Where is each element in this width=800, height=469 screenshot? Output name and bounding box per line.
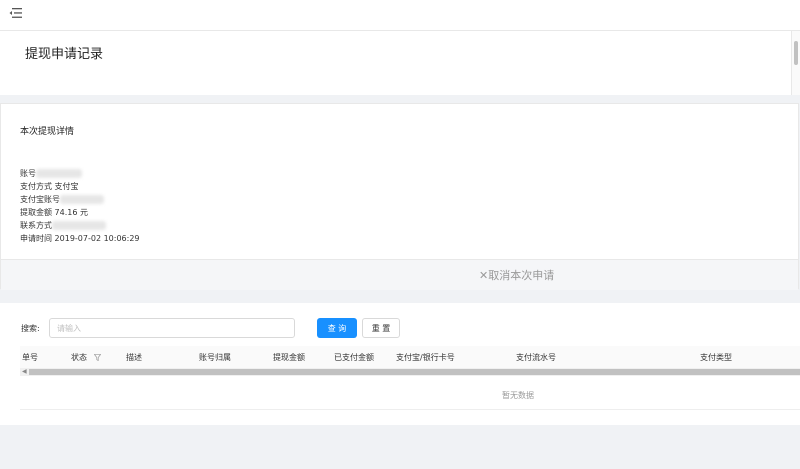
amount-value: 74.16 元 (54, 208, 88, 217)
apply-time-label: 申请时间 (20, 234, 52, 243)
contact-label: 联系方式 (20, 221, 52, 230)
top-bar (0, 0, 800, 31)
column-header-card-number: 支付宝/银行卡号 (396, 353, 455, 362)
detail-contact: 联系方式 (20, 219, 140, 232)
alipay-account-value-redacted (60, 195, 104, 204)
account-value-redacted (36, 169, 82, 178)
pay-method-label: 支付方式 (20, 182, 52, 191)
column-header-pay-type: 支付类型 (700, 353, 732, 362)
table-header: 单号 状态 描述 账号归属 提现金额 已支付金额 支付宝/银行卡号 支付流水号 … (20, 346, 800, 369)
detail-list: 账号 支付方式 支付宝 支付宝账号 提取金额 74.16 元 联系方式 申请时间… (20, 167, 140, 245)
vertical-scrollbar-thumb[interactable] (794, 41, 798, 65)
detail-pay-method: 支付方式 支付宝 (20, 180, 140, 193)
alipay-account-label: 支付宝账号 (20, 195, 60, 204)
column-header-transaction-no: 支付流水号 (516, 353, 556, 362)
column-header-description: 描述 (126, 353, 142, 362)
horizontal-scrollbar-thumb[interactable] (29, 369, 800, 375)
search-label: 搜索: (21, 324, 40, 333)
table-bottom-border (20, 409, 800, 410)
table-empty-text: 暂无数据 (502, 391, 534, 400)
column-header-paid-amount: 已支付金额 (334, 353, 374, 362)
filter-icon[interactable] (94, 354, 101, 361)
detail-alipay-account: 支付宝账号 (20, 193, 140, 206)
column-header-withdraw-amount: 提现金额 (273, 353, 305, 362)
column-header-account-owner: 账号归属 (199, 353, 231, 362)
column-header-order-no: 单号 (22, 353, 38, 362)
detail-account: 账号 (20, 167, 140, 180)
scroll-left-icon[interactable]: ◀ (22, 369, 27, 375)
withdraw-detail-card: 本次提现详情 账号 支付方式 支付宝 支付宝账号 提取金额 74.16 元 联系… (0, 103, 799, 290)
horizontal-scrollbar[interactable]: ◀ (20, 368, 800, 376)
page-title: 提现申请记录 (25, 47, 104, 62)
menu-fold-icon[interactable] (9, 6, 23, 20)
search-input[interactable] (49, 318, 295, 338)
records-list-card: 搜索: 查 询 重 置 单号 状态 描述 账号归属 提现金额 已支付金额 支付宝… (0, 303, 800, 425)
contact-value-redacted (52, 221, 106, 230)
pay-method-value: 支付宝 (54, 182, 79, 191)
detail-apply-time: 申请时间 2019-07-02 10:06:29 (20, 232, 140, 245)
reset-button[interactable]: 重 置 (362, 318, 400, 338)
account-label: 账号 (20, 169, 36, 178)
apply-time-value: 2019-07-02 10:06:29 (54, 234, 140, 243)
column-header-status: 状态 (71, 353, 87, 362)
vertical-scrollbar[interactable] (791, 31, 800, 95)
detail-heading: 本次提现详情 (20, 127, 75, 137)
query-button[interactable]: 查 询 (317, 318, 357, 338)
amount-label: 提取金额 (20, 208, 52, 217)
detail-amount: 提取金额 74.16 元 (20, 206, 140, 219)
cancel-application-button[interactable]: ✕取消本次申请 (479, 267, 554, 283)
cancel-application-bar[interactable]: ✕取消本次申请 (1, 259, 798, 290)
page-header: 提现申请记录 (0, 31, 800, 95)
